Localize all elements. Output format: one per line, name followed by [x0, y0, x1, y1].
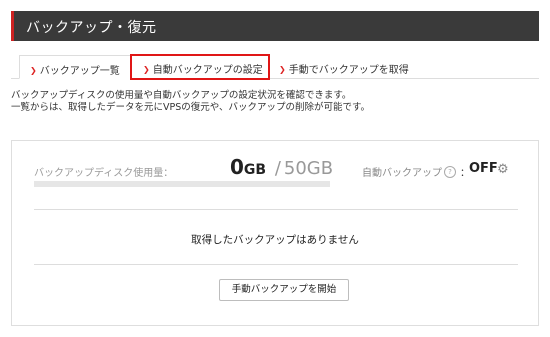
auto-backup-label: 自動バックアップ: [362, 168, 442, 179]
backup-panel: バックアップディスク使用量： 0GB /50GB 自動バックアップ?： OFF …: [11, 140, 539, 326]
tab-manual-backup[interactable]: ❯ 手動でバックアップを取得: [275, 55, 409, 79]
auto-backup-status: OFF: [469, 161, 498, 176]
page-header: バックアップ・復元: [11, 11, 539, 41]
disk-usage-bar: [34, 181, 330, 187]
disk-used-unit: GB: [243, 162, 267, 178]
description-line-1: バックアップディスクの使用量や自動バックアップの設定状況を確認できます。: [11, 90, 352, 101]
page-title: バックアップ・復元: [26, 20, 157, 36]
chevron-down-icon: ❯: [279, 65, 286, 74]
description-line-2: 一覧からは、取得したデータを元にVPSの復元や、バックアップの削除が可能です。: [11, 102, 371, 113]
start-manual-backup-button[interactable]: 手動バックアップを開始: [219, 279, 349, 301]
divider: [34, 209, 518, 210]
tab-highlight-box: [130, 54, 270, 80]
disk-total-value: 50GB: [283, 158, 334, 179]
gear-icon[interactable]: ⚙: [497, 162, 509, 177]
chevron-down-icon: ❯: [30, 66, 37, 75]
tab-label: 手動でバックアップを取得: [288, 65, 409, 76]
tab-backup-list[interactable]: ❯ バックアップ一覧: [19, 55, 131, 79]
tab-label: バックアップ一覧: [39, 66, 120, 77]
disk-usage-separator: /: [274, 158, 281, 179]
divider: [34, 264, 518, 265]
tab-bar: ❯ バックアップ一覧 ❯ 自動バックアップの設定 ❯ 手動でバックアップを取得: [11, 55, 539, 79]
help-icon[interactable]: ?: [444, 166, 456, 178]
disk-used-value: 0: [230, 155, 244, 179]
description: バックアップディスクの使用量や自動バックアップの設定状況を確認できます。 一覧か…: [11, 90, 370, 114]
empty-backup-message: 取得したバックアップはありません: [191, 234, 359, 246]
disk-usage-value: 0GB /50GB: [230, 155, 333, 179]
auto-backup-label-group: 自動バックアップ?：: [362, 164, 470, 179]
disk-usage-label: バックアップディスク使用量：: [34, 168, 174, 179]
